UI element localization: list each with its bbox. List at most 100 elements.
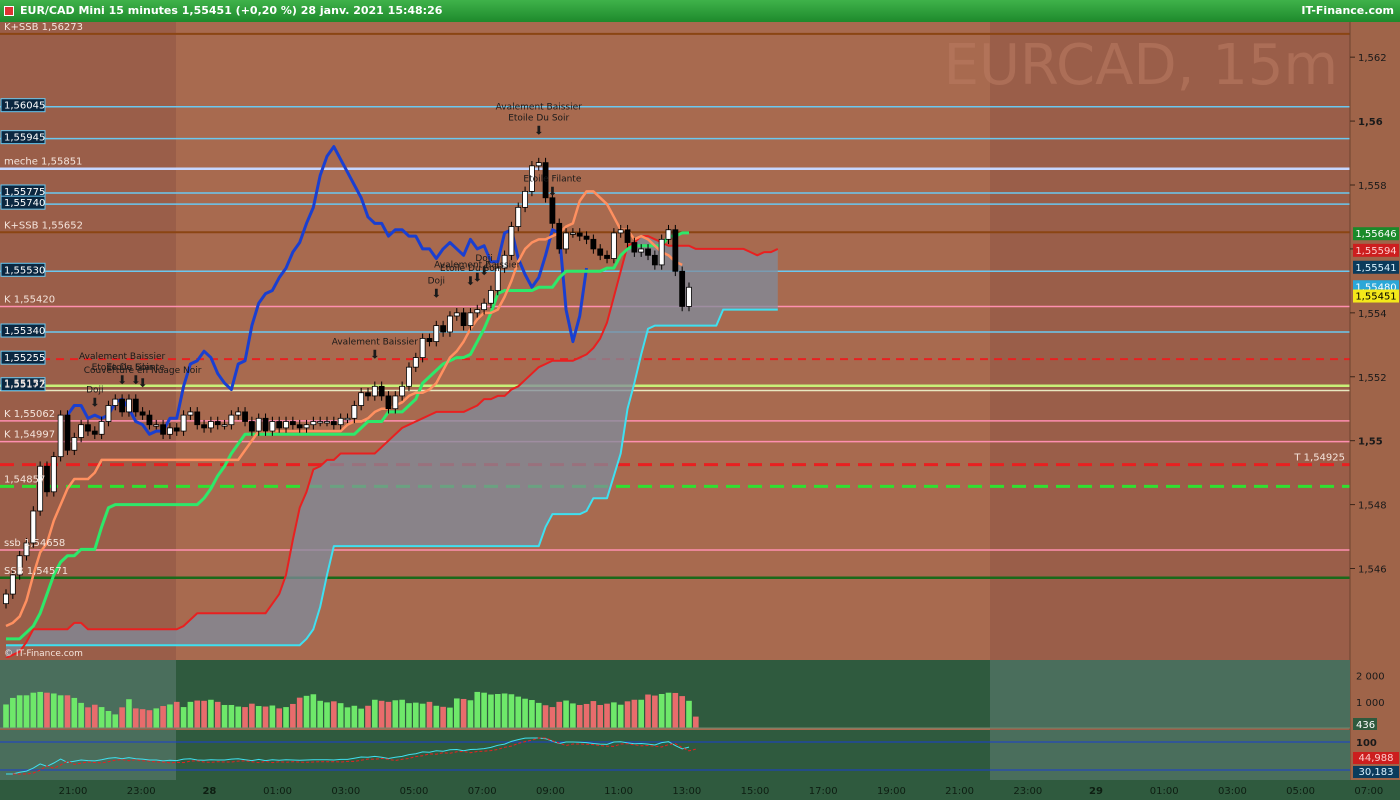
candle[interactable] <box>460 312 467 327</box>
candle[interactable] <box>419 338 426 358</box>
candle[interactable] <box>132 398 139 413</box>
candle[interactable] <box>576 232 583 237</box>
candle[interactable] <box>569 232 576 235</box>
candle[interactable] <box>214 421 221 426</box>
candle[interactable] <box>371 385 378 397</box>
candle[interactable] <box>310 421 317 426</box>
candle[interactable] <box>638 248 645 253</box>
candle[interactable] <box>433 325 440 342</box>
candle[interactable] <box>283 421 289 429</box>
candle[interactable] <box>112 398 119 406</box>
candle[interactable] <box>303 424 310 429</box>
candle[interactable] <box>228 414 235 426</box>
candle[interactable] <box>604 254 610 259</box>
candle[interactable] <box>296 424 303 429</box>
candle[interactable] <box>440 325 447 333</box>
brand-link[interactable]: IT-Finance.com <box>1301 4 1394 17</box>
candle[interactable] <box>563 232 569 250</box>
level-label: K 1,54997 <box>4 430 55 441</box>
candle[interactable] <box>9 574 16 595</box>
candle[interactable] <box>167 427 173 435</box>
candle[interactable] <box>64 414 71 451</box>
candle[interactable] <box>85 424 91 432</box>
candle[interactable] <box>105 405 112 422</box>
candle[interactable] <box>617 229 624 234</box>
volume-bar <box>255 706 262 728</box>
candle[interactable] <box>597 248 604 256</box>
candle[interactable] <box>187 411 194 416</box>
candle[interactable] <box>556 222 563 250</box>
candle[interactable] <box>522 190 528 208</box>
candle[interactable] <box>194 411 201 426</box>
price-chart[interactable]: EURCAD, 15m Etoile Du Soir⬇Avalement Bai… <box>0 22 1400 800</box>
candle[interactable] <box>378 385 385 397</box>
candle[interactable] <box>467 312 474 327</box>
candle[interactable] <box>57 414 64 458</box>
candle[interactable] <box>412 357 419 368</box>
candle[interactable] <box>50 456 57 493</box>
candle[interactable] <box>330 421 337 426</box>
candle[interactable] <box>248 421 255 432</box>
candle[interactable] <box>631 242 638 253</box>
candle[interactable] <box>679 270 686 307</box>
candle[interactable] <box>201 424 207 429</box>
candle[interactable] <box>358 392 365 406</box>
candle[interactable] <box>365 392 371 397</box>
candle[interactable] <box>590 238 597 250</box>
candle[interactable] <box>406 366 412 387</box>
candle[interactable] <box>665 229 672 240</box>
candle[interactable] <box>235 411 242 416</box>
candle[interactable] <box>317 421 324 424</box>
candle[interactable] <box>508 226 515 256</box>
candle[interactable] <box>583 235 590 240</box>
candle[interactable] <box>686 286 692 307</box>
candle[interactable] <box>337 417 344 426</box>
candle[interactable] <box>658 238 665 266</box>
candle[interactable] <box>651 254 658 266</box>
candle[interactable] <box>481 302 488 311</box>
candle[interactable] <box>399 385 406 397</box>
candle[interactable] <box>180 414 187 432</box>
candle[interactable] <box>262 417 269 432</box>
candle[interactable] <box>37 465 44 512</box>
candle[interactable] <box>289 421 296 426</box>
candle[interactable] <box>392 395 399 410</box>
candle[interactable] <box>549 197 556 224</box>
candle[interactable] <box>207 421 214 429</box>
candle[interactable] <box>535 162 542 167</box>
candle[interactable] <box>242 411 248 422</box>
candle[interactable] <box>672 229 679 272</box>
candle[interactable] <box>98 421 105 435</box>
candle[interactable] <box>426 338 433 342</box>
candle[interactable] <box>269 421 276 432</box>
candle[interactable] <box>474 309 481 314</box>
candle[interactable] <box>146 414 153 426</box>
candle[interactable] <box>221 424 228 427</box>
candle[interactable] <box>255 417 262 432</box>
candle[interactable] <box>515 206 522 227</box>
candle[interactable] <box>78 424 85 438</box>
candle[interactable] <box>624 229 631 243</box>
candle[interactable] <box>119 398 126 413</box>
candle[interactable] <box>160 424 166 435</box>
candle[interactable] <box>344 417 351 421</box>
candle[interactable] <box>324 421 330 424</box>
candle[interactable] <box>139 411 146 416</box>
candle[interactable] <box>645 248 651 256</box>
candle[interactable] <box>276 421 283 429</box>
candle[interactable] <box>173 427 180 432</box>
candle[interactable] <box>126 398 132 413</box>
candle[interactable] <box>447 315 453 333</box>
candle[interactable] <box>453 312 460 317</box>
candle[interactable] <box>488 290 494 304</box>
candle[interactable] <box>351 405 358 419</box>
candle[interactable] <box>91 430 98 435</box>
candle[interactable] <box>385 395 392 410</box>
time-tick-label: 01:00 <box>1150 786 1179 797</box>
candle[interactable] <box>71 437 78 451</box>
candle[interactable] <box>610 232 617 259</box>
candle[interactable] <box>3 593 9 605</box>
candle[interactable] <box>153 424 160 427</box>
chart-type-icon[interactable] <box>4 6 14 16</box>
volume-bar <box>624 701 631 728</box>
